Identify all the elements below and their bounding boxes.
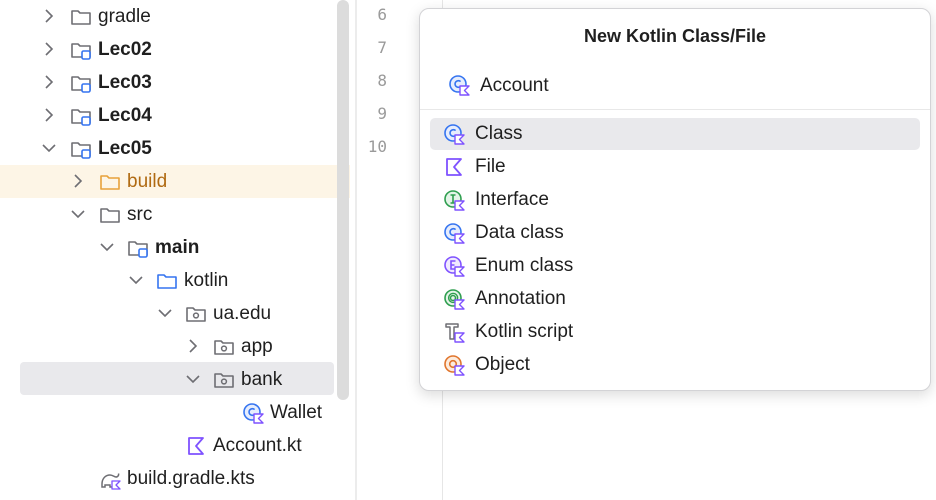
module-folder-icon	[70, 72, 92, 94]
kotlin-class-icon	[448, 74, 470, 96]
kind-label: Class	[475, 123, 523, 144]
tree-item-label: app	[241, 336, 273, 357]
kind-label: Object	[475, 354, 530, 375]
line-number: 9	[377, 104, 387, 123]
chevron-right-icon[interactable]	[184, 337, 202, 355]
new-kotlin-class-dialog: New Kotlin Class/File Class File Interfa…	[419, 8, 931, 391]
kotlin-file-icon	[443, 156, 465, 178]
tree-scrollbar[interactable]	[337, 0, 349, 400]
tree-item-label: Lec02	[98, 39, 152, 60]
kind-item-class[interactable]: Class	[430, 118, 920, 150]
tree-item-label: main	[155, 237, 200, 258]
kind-label: Enum class	[475, 255, 574, 276]
class-name-field[interactable]	[446, 71, 906, 101]
chevron-down-icon[interactable]	[127, 271, 145, 289]
tree-item-lec05[interactable]: Lec05	[0, 132, 350, 165]
chevron-right-icon[interactable]	[69, 172, 87, 190]
source-set-folder-icon	[127, 237, 149, 259]
folder-icon	[70, 6, 92, 28]
source-root-folder-icon	[156, 270, 178, 292]
tree-item-label: src	[127, 204, 153, 225]
kind-label: File	[475, 156, 506, 177]
kotlin-class-icon	[443, 123, 465, 145]
chevron-right-icon[interactable]	[40, 7, 58, 25]
kind-label: Data class	[475, 222, 564, 243]
class-name-input[interactable]	[480, 73, 900, 99]
tree-item-label: Lec03	[98, 72, 152, 93]
tree-item-label: kotlin	[184, 270, 229, 291]
excluded-folder-icon	[99, 171, 121, 193]
tree-item-label: Wallet	[270, 402, 323, 423]
tree-item-account-kt[interactable]: Account.kt	[0, 429, 350, 462]
tree-item-lec03[interactable]: Lec03	[0, 66, 350, 99]
kotlin-data-class-icon	[443, 222, 465, 244]
kind-item-annotation[interactable]: Annotation	[430, 283, 920, 315]
chevron-down-icon[interactable]	[98, 238, 116, 256]
kotlin-object-icon	[443, 354, 465, 376]
module-folder-icon	[70, 39, 92, 61]
tree-item-kotlin[interactable]: kotlin	[0, 264, 350, 297]
tree-item-build[interactable]: build	[0, 165, 350, 198]
tree-item-gradle[interactable]: gradle	[0, 0, 350, 33]
package-icon	[213, 336, 235, 358]
package-icon	[213, 369, 235, 391]
gradle-icon	[99, 468, 121, 490]
folder-icon	[99, 204, 121, 226]
tree-item-label: build	[127, 171, 168, 192]
dialog-separator	[420, 109, 930, 110]
kind-item-enum-class[interactable]: Enum class	[430, 250, 920, 282]
tree-item-app[interactable]: app	[0, 330, 350, 363]
tree-item-label: bank	[241, 369, 283, 390]
tree-item-src[interactable]: src	[0, 198, 350, 231]
tree-item-label: ua.edu	[213, 303, 272, 324]
chevron-right-icon[interactable]	[40, 40, 58, 58]
line-number: 6	[377, 5, 387, 24]
module-folder-icon	[70, 138, 92, 160]
tree-item-label: Lec04	[98, 105, 152, 126]
tree-item-build-gradle-kts[interactable]: build.gradle.kts	[0, 462, 350, 495]
kind-item-object[interactable]: Object	[430, 349, 920, 381]
line-number: 8	[377, 71, 387, 90]
kind-label: Kotlin script	[475, 321, 574, 342]
kind-label: Interface	[475, 189, 549, 210]
kind-item-file[interactable]: File	[430, 151, 920, 183]
tree-item-label: Lec05	[98, 138, 152, 159]
module-folder-icon	[70, 105, 92, 127]
kind-item-interface[interactable]: Interface	[430, 184, 920, 216]
tree-item-label: Account.kt	[213, 435, 302, 456]
tree-item-bank[interactable]: bank	[0, 363, 350, 396]
kotlin-interface-icon	[443, 189, 465, 211]
chevron-right-icon[interactable]	[40, 73, 58, 91]
kotlin-enum-icon	[443, 255, 465, 277]
package-icon	[185, 303, 207, 325]
kind-item-kotlin-script[interactable]: Kotlin script	[430, 316, 920, 348]
tree-item-lec04[interactable]: Lec04	[0, 99, 350, 132]
dialog-title: New Kotlin Class/File	[583, 26, 767, 46]
tree-item-lec02[interactable]: Lec02	[0, 33, 350, 66]
kind-item-data-class[interactable]: Data class	[430, 217, 920, 249]
kotlin-class-icon	[242, 402, 264, 424]
chevron-down-icon[interactable]	[69, 205, 87, 223]
kotlin-script-icon	[443, 321, 465, 343]
tree-item-wallet[interactable]: Wallet	[0, 396, 350, 429]
kind-label: Annotation	[475, 288, 566, 309]
tree-item-ua-edu[interactable]: ua.edu	[0, 297, 350, 330]
tree-item-main[interactable]: main	[0, 231, 350, 264]
chevron-down-icon[interactable]	[156, 304, 174, 322]
tree-item-label: gradle	[98, 6, 151, 27]
chevron-right-icon[interactable]	[40, 106, 58, 124]
kotlin-file-icon	[185, 435, 207, 457]
chevron-down-icon[interactable]	[40, 139, 58, 157]
tree-item-label: build.gradle.kts	[127, 468, 255, 489]
chevron-down-icon[interactable]	[184, 370, 202, 388]
line-number: 7	[377, 38, 387, 57]
kotlin-annotation-icon	[443, 288, 465, 310]
line-number: 10	[367, 137, 387, 156]
project-tree: gradle Lec02 Lec03 Lec04 Lec05 build src	[0, 0, 350, 500]
